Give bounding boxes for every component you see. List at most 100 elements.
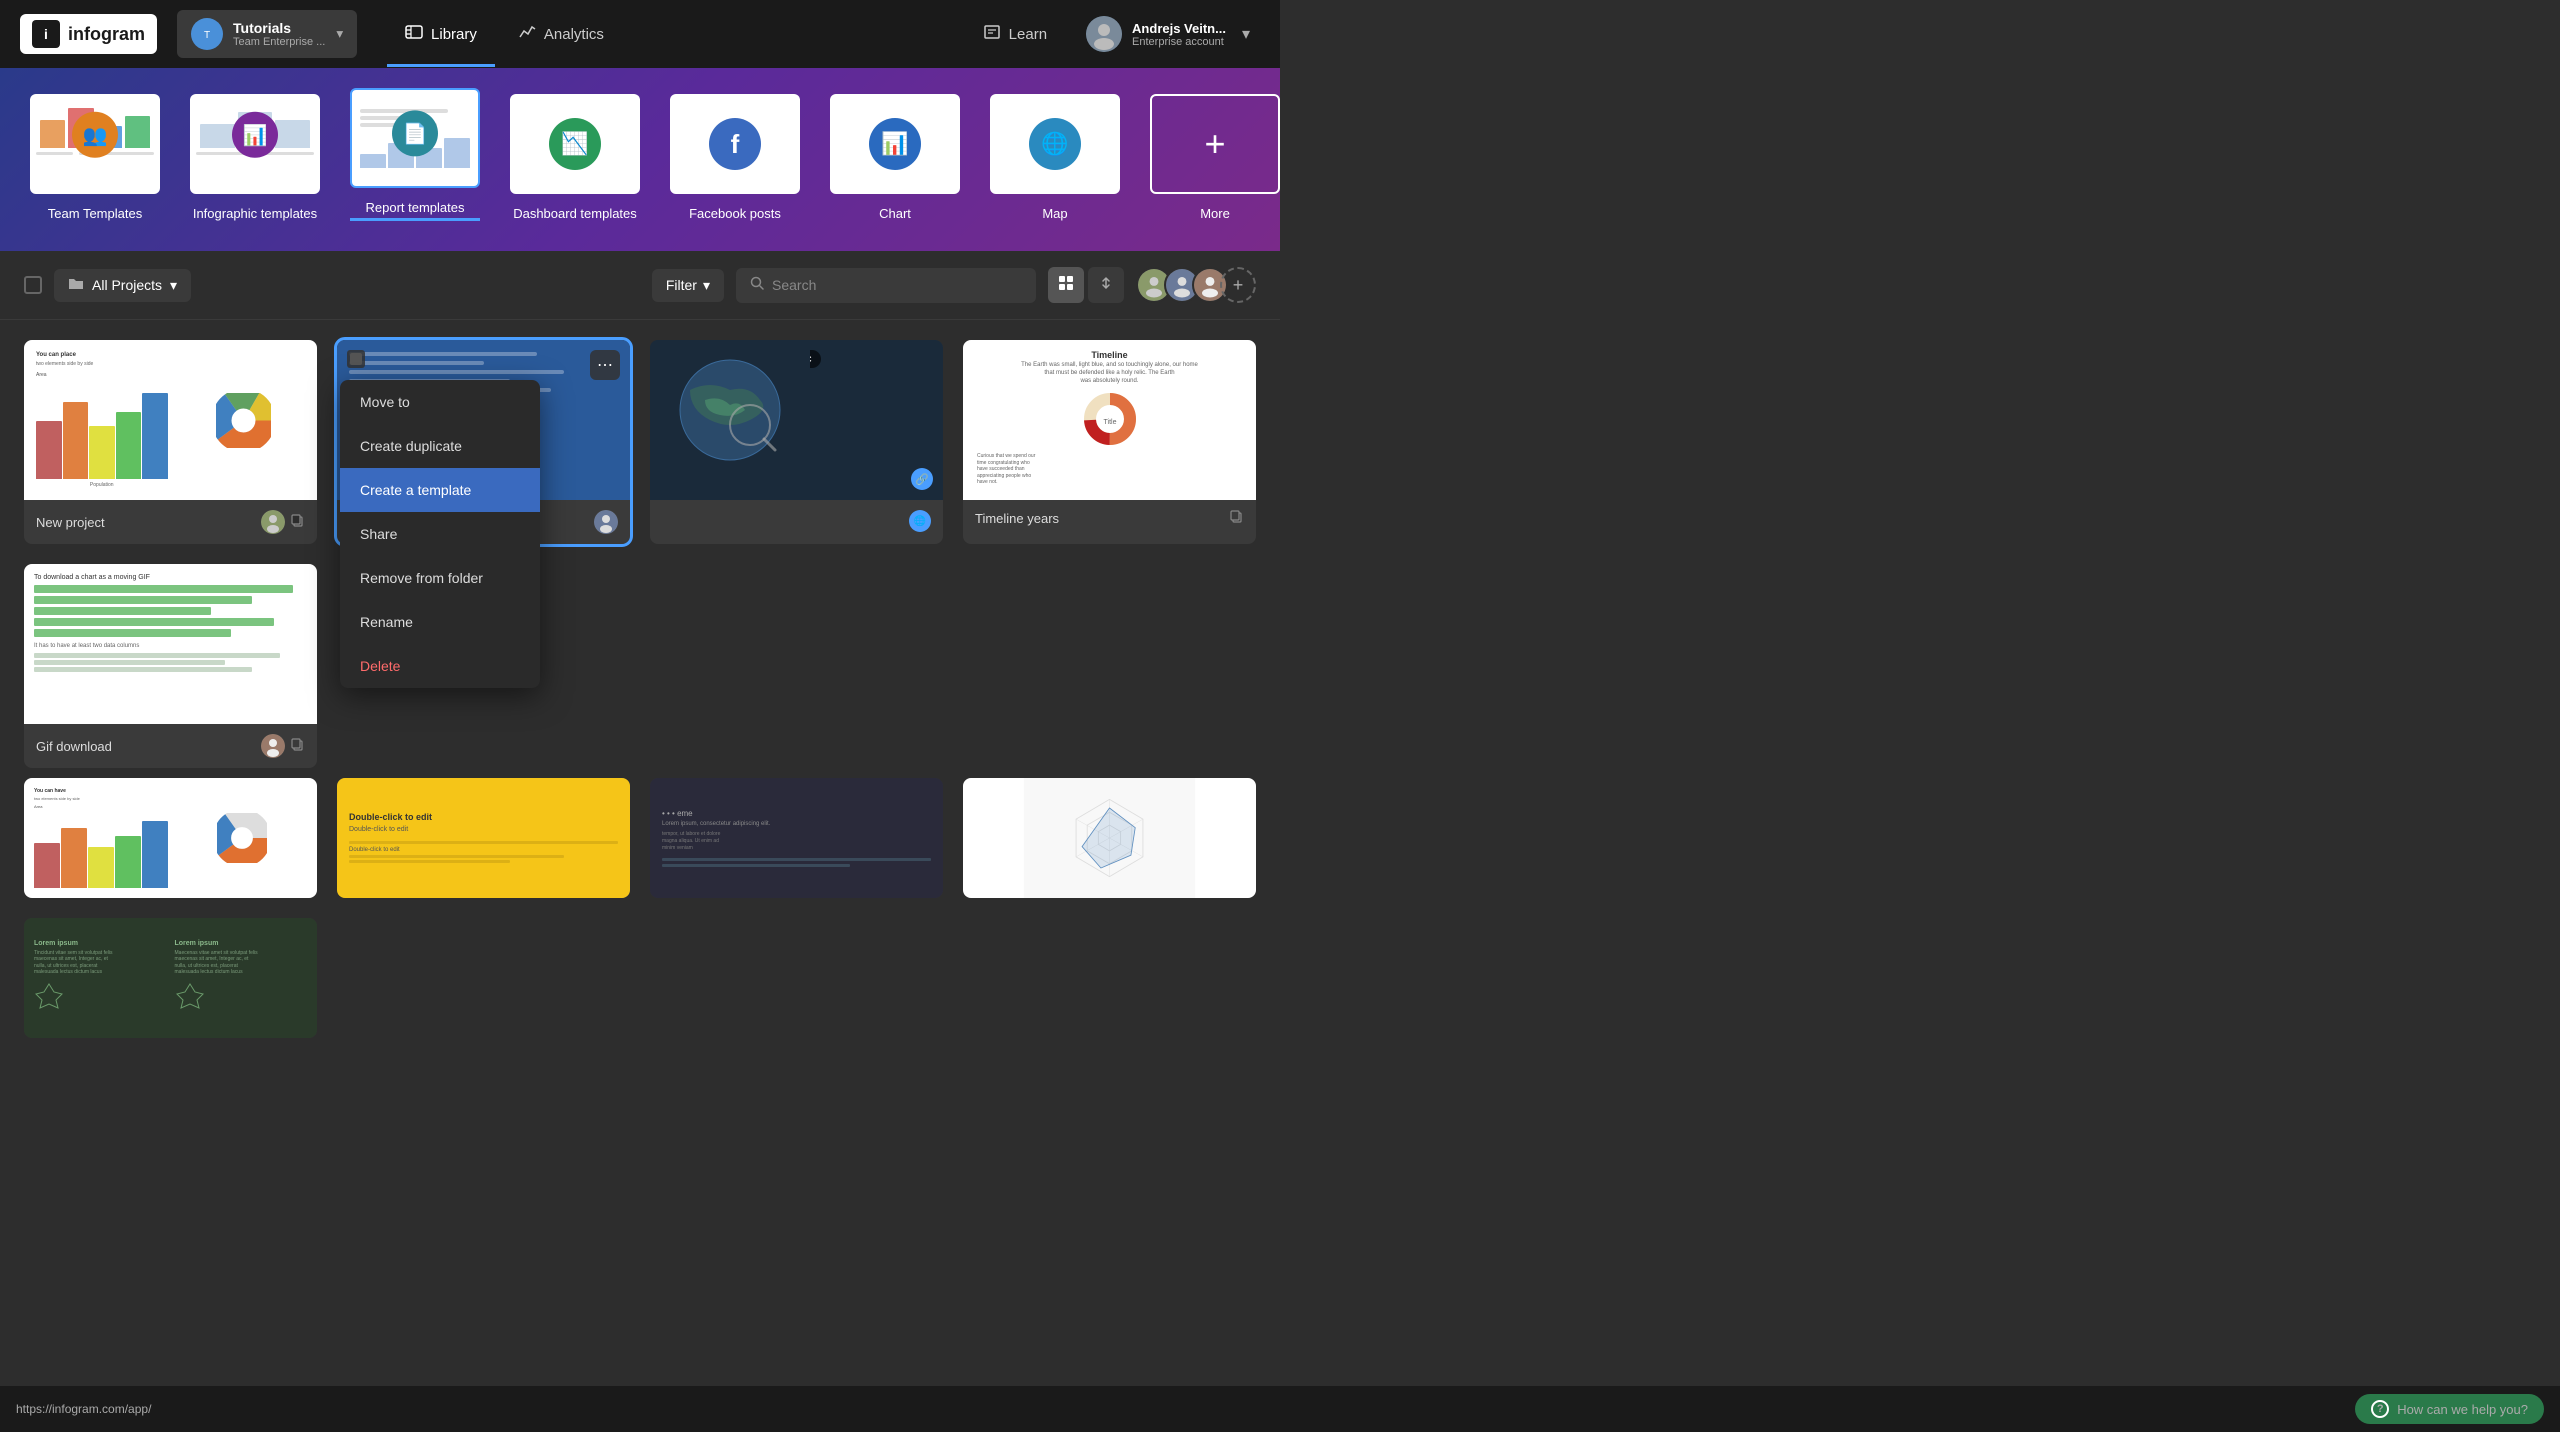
nav-analytics-label: Analytics [544,26,604,43]
context-item-create-template[interactable]: Create a template [340,468,540,512]
template-label-infographic: Infographic templates [193,206,317,221]
team-avatars: + [1136,267,1256,303]
project-icons-public: 🌐 [909,510,931,532]
template-label-dashboard: Dashboard templates [513,206,637,221]
template-label-team: Team Templates [48,206,142,221]
projects-grid-row2: You can have two elements side by side A… [0,778,1280,1058]
project-name-new-project: New project [36,515,105,530]
sort-icon [1098,275,1114,296]
project-card-new-project[interactable]: You can place two elements side by side … [24,340,317,544]
logo-icon: i [32,20,60,48]
search-input[interactable] [772,277,1022,293]
filter-label: Filter [666,277,697,293]
project-card-public[interactable]: Public 🔗 🌐 [650,340,943,544]
select-all-checkbox[interactable] [24,276,42,294]
all-projects-label: All Projects [92,277,162,293]
status-url: https://infogram.com/app/ [16,1402,151,1416]
project-thumb-timeline: Timeline The Earth was small, light blue… [963,340,1256,500]
project-card-spider[interactable] [963,778,1256,898]
template-label-chart: Chart [879,206,911,221]
search-box[interactable] [736,268,1036,303]
project-card-new-project-2[interactable]: You can have two elements side by side A… [24,778,317,898]
context-item-move-to[interactable]: Move to [340,380,540,424]
project-owner-avatar-new [261,510,285,534]
template-card-dashboard[interactable]: 📉 Dashboard templates [510,94,640,221]
template-thumb-map: 🌐 [990,94,1120,194]
add-member-button[interactable]: + [1220,267,1256,303]
project-footer-timeline: Timeline years [963,500,1256,537]
grid-view-button[interactable] [1048,267,1084,303]
all-projects-arrow-icon: ▾ [170,277,177,294]
project-card-lorem[interactable]: Lorem ipsum Tincidunt vitae sem sit volu… [24,918,317,1038]
context-menu: Move to Create duplicate Create a templa… [340,380,540,688]
three-dot-button-february[interactable]: ⋯ [590,350,620,380]
project-thumb-yellow: Double-click to edit Double-click to edi… [337,778,630,898]
template-card-facebook[interactable]: f Facebook posts [670,94,800,221]
context-item-rename[interactable]: Rename [340,600,540,644]
template-card-chart[interactable]: 📊 Chart [830,94,960,221]
template-thumb-report: 📄 [350,88,480,188]
workspace-name: Tutorials [233,20,325,36]
context-item-share[interactable]: Share [340,512,540,556]
context-item-duplicate[interactable]: Create duplicate [340,424,540,468]
project-icons-timeline [1230,510,1244,527]
context-item-delete[interactable]: Delete [340,644,540,688]
project-card-yellow[interactable]: Double-click to edit Double-click to edi… [337,778,630,898]
library-icon [405,23,423,45]
template-thumb-more: + [1150,94,1280,194]
template-card-team-templates[interactable]: 👥 Team Templates [30,94,160,221]
template-card-more[interactable]: + More [1150,94,1280,221]
nav-library-label: Library [431,26,477,43]
plus-icon: + [1204,123,1225,165]
logo[interactable]: i infogram [20,14,157,54]
search-icon [750,276,764,295]
workspace-button[interactable]: T Tutorials Team Enterprise ... ▾ [177,10,357,58]
copy-icon-new [291,514,305,531]
projects-grid: You can place two elements side by side … [0,320,1280,788]
select-checkbox-february[interactable] [347,350,365,368]
template-label-facebook: Facebook posts [689,206,781,221]
project-thumb-gif: To download a chart as a moving GIF It h… [24,564,317,724]
learn-icon [983,23,1001,45]
project-card-timeline[interactable]: Timeline The Earth was small, light blue… [963,340,1256,544]
learn-label: Learn [1009,26,1047,43]
template-label-report: Report templates [366,200,465,215]
projects-toolbar: All Projects ▾ Filter ▾ [0,251,1280,320]
template-card-map[interactable]: 🌐 Map [990,94,1120,221]
template-thumb-infographic: 📊 [190,94,320,194]
header-right: Learn Andrejs Veitn... Enterprise accoun… [969,10,1260,58]
project-card-gif[interactable]: To download a chart as a moving GIF It h… [24,564,317,768]
help-button[interactable]: ? How can we help you? [2355,1394,2544,1424]
nav-item-library[interactable]: Library [387,13,495,55]
context-item-remove-folder[interactable]: Remove from folder [340,556,540,600]
user-chevron-icon: ▾ [1242,24,1250,44]
logo-text: infogram [68,24,145,45]
project-footer-gif: Gif download [24,724,317,768]
template-label-more: More [1200,206,1230,221]
templates-banner: 👥 Team Templates 📊 Infographic [0,68,1280,251]
project-thumb-theme: • • • eme Lorem ipsum, consectetur adipi… [650,778,943,898]
project-card-theme[interactable]: • • • eme Lorem ipsum, consectetur adipi… [650,778,943,898]
sort-button[interactable] [1088,267,1124,303]
all-projects-button[interactable]: All Projects ▾ [54,269,191,302]
template-card-infographic[interactable]: 📊 Infographic templates [190,94,320,221]
template-card-report[interactable]: 📄 Report templates [350,88,480,221]
copy-icon-gif [291,738,305,755]
workspace-icon: T [191,18,223,50]
user-info: Andrejs Veitn... Enterprise account [1132,21,1226,48]
project-thumb-lorem: Lorem ipsum Tincidunt vitae sem sit volu… [24,918,317,1038]
svg-text:Title: Title [1103,419,1116,426]
learn-button[interactable]: Learn [969,15,1061,53]
project-name-gif: Gif download [36,739,112,754]
filter-button[interactable]: Filter ▾ [652,269,724,302]
nav-item-analytics[interactable]: Analytics [500,13,622,55]
template-thumb-team: 👥 [30,94,160,194]
copy-icon-timeline [1230,510,1244,527]
project-thumb-spider [963,778,1256,898]
project-owner-avatar-gif [261,734,285,758]
project-icons-gif [261,734,305,758]
svg-text:T: T [204,30,210,41]
help-icon: ? [2371,1400,2389,1418]
header: i infogram T Tutorials Team Enterprise .… [0,0,1280,68]
user-menu-button[interactable]: Andrejs Veitn... Enterprise account ▾ [1076,10,1260,58]
